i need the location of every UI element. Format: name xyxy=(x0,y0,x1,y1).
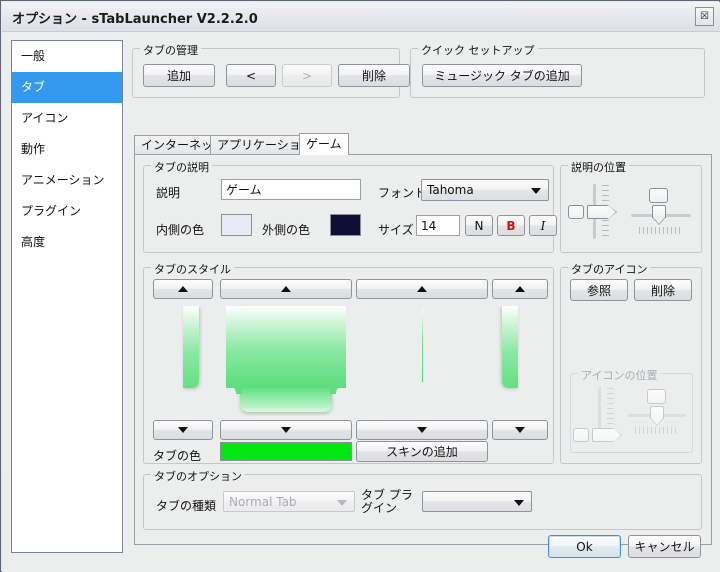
style-separator-up-button[interactable] xyxy=(356,279,488,299)
desc-horizontal-slider-thumb[interactable] xyxy=(652,205,666,225)
style-right-up-button[interactable] xyxy=(492,279,548,299)
outer-color-label: 外側の色 xyxy=(262,223,311,237)
font-italic-button[interactable]: I xyxy=(529,215,557,236)
tab-description-legend: タブの説明 xyxy=(151,159,212,175)
font-bold-button[interactable]: B xyxy=(497,215,525,236)
client-area: 一般 タブ アイコン 動作 アニメーション プラグイン 高度 タブの管理 追加 … xyxy=(2,31,720,572)
delete-tab-button[interactable]: 削除 xyxy=(338,64,410,87)
tab-game[interactable]: ゲーム xyxy=(299,133,349,155)
chevron-down-icon xyxy=(531,188,541,194)
tab-color-label: タブの色 xyxy=(153,449,202,463)
style-separator-down-button[interactable] xyxy=(356,420,488,440)
description-position-group: 説明の位置 xyxy=(560,159,702,253)
chevron-down-icon xyxy=(515,427,525,433)
move-tab-left-button[interactable]: < xyxy=(226,64,276,87)
quick-setup-group: クイック セットアップ ミュージック タブの追加 xyxy=(410,42,705,98)
style-separator-preview[interactable] xyxy=(356,306,488,416)
delete-icon-button[interactable]: 削除 xyxy=(634,279,692,301)
quick-setup-legend: クイック セットアップ xyxy=(418,42,538,58)
settings-category-list[interactable]: 一般 タブ アイコン 動作 アニメーション プラグイン 高度 xyxy=(11,40,123,553)
tab-strip[interactable]: インターネット アプリケーション ゲーム xyxy=(134,133,712,155)
window-title: オプション - sTabLauncher V2.2.2.0 xyxy=(12,12,258,27)
chevron-up-icon xyxy=(281,286,291,292)
chevron-up-icon xyxy=(178,286,188,292)
desc-horizontal-slider-box[interactable] xyxy=(649,188,668,203)
icon-vertical-slider-thumb xyxy=(592,428,622,442)
chevron-down-icon xyxy=(417,427,427,433)
tab-style-legend: タブのスタイル xyxy=(151,261,234,277)
size-label: サイズ xyxy=(378,223,414,237)
tab-type-combo-value: Normal Tab xyxy=(229,494,297,509)
style-left-up-button[interactable] xyxy=(153,279,213,299)
chevron-down-icon xyxy=(281,427,291,433)
style-right-preview[interactable] xyxy=(492,306,548,416)
tab-plugin-label: タブ プラグイン xyxy=(361,488,413,515)
tab-description-group: タブの説明 説明 ゲーム フォント Tahoma 内側の色 外側の色 サイズ 1… xyxy=(143,159,557,253)
sidebar-item-general[interactable]: 一般 xyxy=(12,41,122,72)
font-normal-button[interactable]: N xyxy=(465,215,493,236)
add-music-tab-button[interactable]: ミュージック タブの追加 xyxy=(422,64,582,87)
style-left-down-button[interactable] xyxy=(153,420,213,440)
settings-panel: タブの管理 追加 < > 削除 クイック セットアップ ミュージック タブの追加… xyxy=(130,40,712,545)
style-left-preview[interactable] xyxy=(153,306,213,416)
tab-options-legend: タブのオプション xyxy=(151,468,245,484)
chevron-up-icon xyxy=(417,286,427,292)
icon-vertical-slider-box xyxy=(573,428,589,442)
style-center-preview[interactable] xyxy=(220,306,352,416)
tab-manage-group: タブの管理 追加 < > 削除 xyxy=(132,42,410,98)
sidebar-item-plugins[interactable]: プラグイン xyxy=(12,196,122,227)
move-tab-right-button[interactable]: > xyxy=(282,64,332,87)
icon-horizontal-slider-box xyxy=(647,389,666,404)
add-tab-button[interactable]: 追加 xyxy=(143,64,215,87)
add-skin-button[interactable]: スキンの追加 xyxy=(356,441,488,462)
desc-vertical-slider-thumb[interactable] xyxy=(587,205,617,219)
font-combo-value: Tahoma xyxy=(427,183,474,197)
font-size-input[interactable]: 14 xyxy=(416,215,460,236)
ok-button[interactable]: Ok xyxy=(548,535,621,558)
description-label: 説明 xyxy=(156,186,181,200)
font-normal-label: N xyxy=(474,218,484,233)
chevron-down-icon xyxy=(337,499,347,506)
style-right-down-button[interactable] xyxy=(492,420,548,440)
sidebar-item-animation[interactable]: アニメーション xyxy=(12,165,122,196)
title-bar: オプション - sTabLauncher V2.2.2.0 ☒ xyxy=(2,2,720,31)
font-bold-label: B xyxy=(506,218,516,233)
tab-options-group: タブのオプション タブの種類 Normal Tab タブ プラグイン xyxy=(143,468,702,530)
tab-icon-group: タブのアイコン 参照 削除 アイコンの位置 xyxy=(560,261,702,464)
desc-vertical-slider-box[interactable] xyxy=(568,205,584,219)
sidebar-item-advanced[interactable]: 高度 xyxy=(12,227,122,258)
sidebar-item-behavior[interactable]: 動作 xyxy=(12,134,122,165)
browse-icon-button[interactable]: 参照 xyxy=(570,279,628,301)
description-input[interactable]: ゲーム xyxy=(221,179,361,200)
chevron-up-icon xyxy=(515,286,525,292)
outer-color-swatch[interactable] xyxy=(330,214,361,236)
tab-manage-legend: タブの管理 xyxy=(140,42,201,58)
description-position-legend: 説明の位置 xyxy=(568,159,629,175)
close-icon: ☒ xyxy=(700,11,709,22)
close-button[interactable]: ☒ xyxy=(695,7,714,26)
tab-color-swatch[interactable] xyxy=(220,442,352,461)
options-window: オプション - sTabLauncher V2.2.2.0 ☒ 一般 タブ アイ… xyxy=(0,0,720,572)
icon-position-legend: アイコンの位置 xyxy=(578,367,661,383)
tab-icon-legend: タブのアイコン xyxy=(568,261,651,277)
style-center-up-button[interactable] xyxy=(220,279,352,299)
font-italic-label: I xyxy=(540,218,546,233)
sidebar-item-tabs[interactable]: タブ xyxy=(12,72,122,103)
icon-position-group: アイコンの位置 xyxy=(570,367,693,453)
style-center-down-button[interactable] xyxy=(220,420,352,440)
inner-color-label: 内側の色 xyxy=(156,223,205,237)
font-label: フォント xyxy=(378,186,427,200)
chevron-down-icon xyxy=(514,499,524,506)
cancel-button[interactable]: キャンセル xyxy=(628,535,701,558)
tab-type-combo[interactable]: Normal Tab xyxy=(223,491,355,512)
sidebar-item-icons[interactable]: アイコン xyxy=(12,103,122,134)
tab-plugin-combo[interactable] xyxy=(422,491,532,512)
tab-type-label: タブの種類 xyxy=(156,499,217,513)
inner-color-swatch[interactable] xyxy=(221,214,252,236)
tab-page-game: タブの説明 説明 ゲーム フォント Tahoma 内側の色 外側の色 サイズ 1… xyxy=(134,154,712,545)
tab-style-group: タブのスタイル タブの色 スキンの追加 xyxy=(143,261,554,464)
chevron-down-icon xyxy=(178,427,188,433)
icon-horizontal-slider-thumb xyxy=(650,406,664,426)
font-combo[interactable]: Tahoma xyxy=(421,179,549,201)
